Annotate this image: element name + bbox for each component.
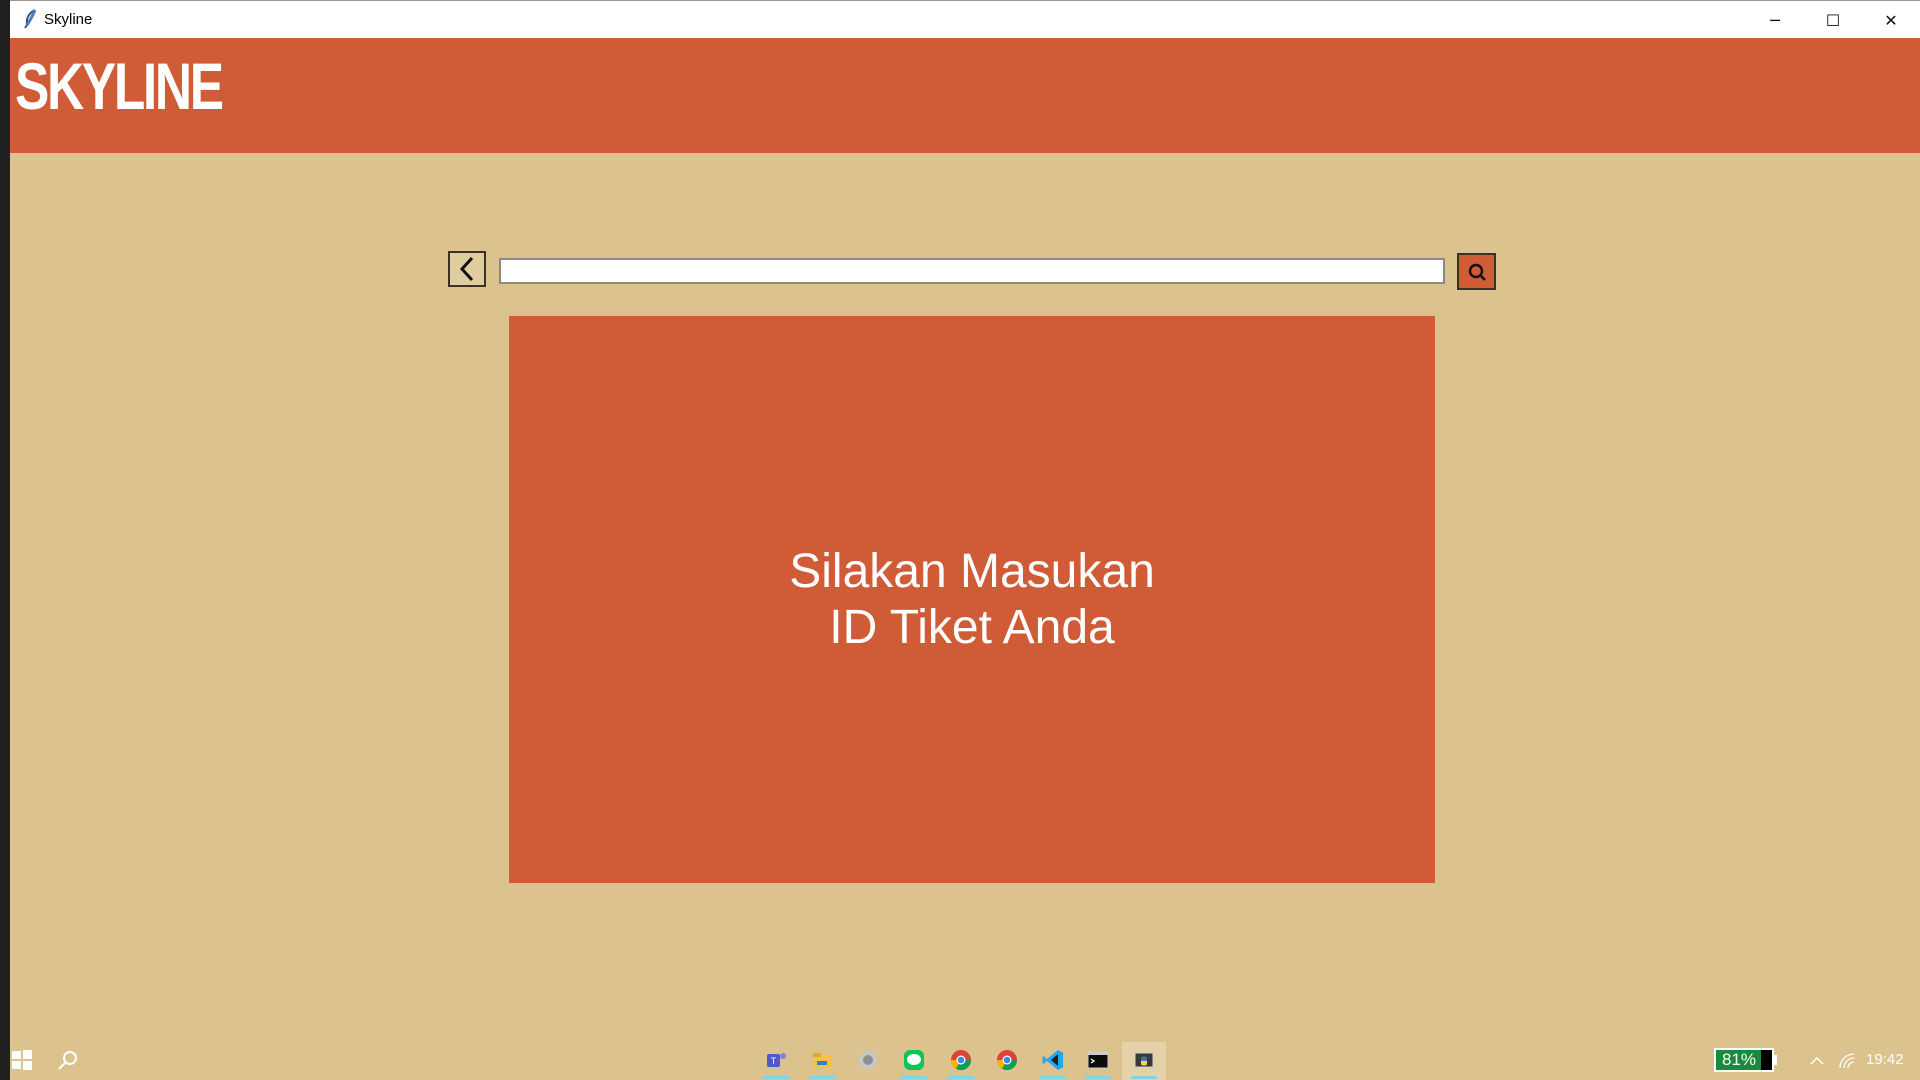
file-explorer-icon[interactable]	[810, 1048, 834, 1072]
chrome-active-indicator	[948, 1076, 974, 1079]
app-window: Skyline ─ ☐ ✕ SKYLINE Silakan Masukan ID…	[10, 0, 1920, 1080]
vscode-active-indicator	[1040, 1076, 1066, 1079]
python-idle-icon[interactable]	[1132, 1048, 1156, 1072]
python-active-indicator	[1131, 1076, 1157, 1079]
search-taskbar-icon[interactable]	[56, 1048, 80, 1072]
terminal-icon[interactable]	[1086, 1048, 1110, 1072]
svg-text:T: T	[771, 1056, 777, 1066]
minimize-icon: ─	[1770, 10, 1780, 30]
minimize-button[interactable]: ─	[1746, 1, 1804, 39]
prompt-line-2: ID Tiket Anda	[829, 600, 1115, 654]
maximize-button[interactable]: ☐	[1804, 1, 1862, 39]
back-button[interactable]	[448, 251, 486, 287]
explorer-active-indicator	[809, 1076, 835, 1079]
chevron-left-icon	[459, 256, 474, 282]
vscode-icon[interactable]	[1041, 1048, 1065, 1072]
ticket-id-input[interactable]	[499, 258, 1445, 284]
search-icon	[1468, 263, 1486, 281]
search-button[interactable]	[1457, 253, 1496, 290]
taskbar-clock[interactable]: 19:42	[1866, 1051, 1904, 1068]
prompt-line-1: Silakan Masukan	[789, 544, 1155, 598]
header-bar	[10, 38, 1920, 153]
battery-nub	[1774, 1055, 1777, 1065]
battery-indicator[interactable]: 81%	[1714, 1048, 1774, 1072]
prompt-message: Silakan Masukan ID Tiket Anda	[789, 544, 1155, 656]
close-button[interactable]: ✕	[1862, 1, 1920, 39]
brand-logo: SKYLINE	[15, 49, 224, 123]
windows-start-icon[interactable]	[10, 1048, 34, 1072]
chevron-up-icon[interactable]	[1808, 1052, 1826, 1070]
line-icon[interactable]	[902, 1048, 926, 1072]
maximize-icon: ☐	[1825, 10, 1841, 30]
wifi-icon[interactable]	[1838, 1052, 1856, 1070]
terminal-active-indicator	[1085, 1076, 1111, 1079]
app-circle-icon[interactable]	[856, 1048, 880, 1072]
screen: Skyline ─ ☐ ✕ SKYLINE Silakan Masukan ID…	[0, 0, 1920, 1080]
message-panel: Silakan Masukan ID Tiket Anda	[509, 316, 1435, 883]
battery-label: 81%	[1721, 1050, 1757, 1069]
desktop-background	[0, 0, 10, 1080]
chrome-profile-icon[interactable]	[995, 1048, 1019, 1072]
teams-active-indicator	[763, 1076, 789, 1079]
teams-icon[interactable]: T	[764, 1048, 788, 1072]
line-active-indicator	[901, 1076, 927, 1079]
feather-icon	[24, 9, 37, 29]
chrome-icon[interactable]	[949, 1048, 973, 1072]
window-title: Skyline	[44, 11, 93, 28]
window-controls: ─ ☐ ✕	[1746, 1, 1920, 39]
close-icon: ✕	[1884, 10, 1898, 30]
title-bar[interactable]: Skyline ─ ☐ ✕	[10, 0, 1920, 38]
